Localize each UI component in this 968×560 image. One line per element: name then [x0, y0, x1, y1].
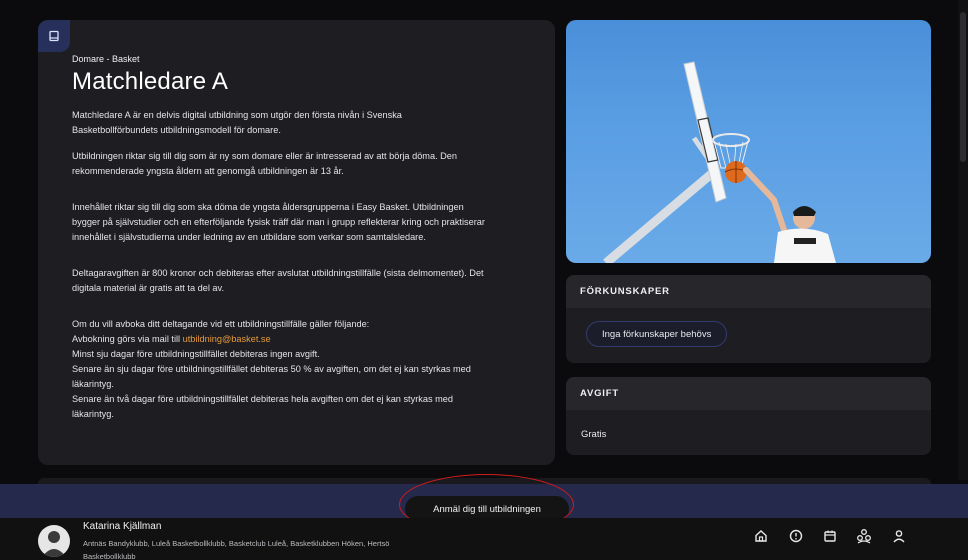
prerequisite-chip: Inga förkunskaper behövs: [586, 321, 728, 347]
text-line: Utbildningen riktar sig till dig som är …: [72, 151, 458, 161]
text-line: Om du vill avboka ditt deltagande vid et…: [72, 319, 370, 329]
home-icon[interactable]: [753, 528, 769, 544]
prerequisites-card: FÖRKUNSKAPER Inga förkunskaper behövs: [566, 275, 931, 363]
group-icon[interactable]: [856, 528, 872, 544]
course-category: Domare - Basket: [72, 54, 140, 64]
text-line: Senare än sju dagar före utbildningstill…: [72, 364, 471, 374]
course-description-card: Domare - Basket Matchledare A Matchledar…: [38, 20, 555, 465]
text-line: Senare än två dagar före utbildningstill…: [72, 394, 453, 404]
email-link[interactable]: utbildning@basket.se: [183, 334, 271, 344]
book-icon: [38, 20, 70, 52]
course-title: Matchledare A: [72, 68, 229, 95]
text-line: bygger på självstudier och en efterfölja…: [72, 217, 485, 227]
text-line: Matchledare A är en delvis digital utbil…: [72, 110, 402, 120]
text-line: Avbokning görs via mail till utbildning@…: [72, 332, 529, 347]
alert-icon[interactable]: [788, 528, 804, 544]
user-clubs: Antnäs Bandyklubb, Luleå Basketbollklubb…: [83, 539, 390, 560]
text-line: digitala material är gratis att ta del a…: [72, 283, 225, 293]
text-line: Deltagaravgiften är 800 kronor och debit…: [72, 268, 484, 278]
course-description: Matchledare A är en delvis digital utbil…: [72, 108, 529, 422]
text-line: Innehållet riktar sig till dig som ska d…: [72, 202, 464, 212]
description-paragraph: Utbildningen riktar sig till dig som är …: [72, 149, 529, 179]
prerequisites-header: FÖRKUNSKAPER: [566, 275, 931, 308]
text-line: innehållet i självstudierna under lednin…: [72, 232, 426, 242]
text-line: läkarintyg.: [72, 409, 114, 419]
description-paragraph: Deltagaravgiften är 800 kronor och debit…: [72, 266, 529, 296]
text-line: Basketbollförbundets utbildningsmodell f…: [72, 125, 281, 135]
fee-card: AVGIFT Gratis: [566, 377, 931, 455]
user-name: Katarina Kjällman: [83, 521, 162, 532]
text-line: Minst sju dagar före utbildningstillfäll…: [72, 349, 320, 359]
course-hero-image: [566, 20, 931, 263]
fee-value: Gratis: [581, 429, 607, 440]
text-line: rekommenderade yngsta åldern att genomgå…: [72, 166, 344, 176]
calendar-icon[interactable]: [822, 528, 838, 544]
scrollbar-thumb[interactable]: [960, 12, 966, 162]
mail-prefix: Avbokning görs via mail till: [72, 334, 183, 344]
description-paragraph: Innehållet riktar sig till dig som ska d…: [72, 200, 529, 245]
cancellation-paragraph: Om du vill avboka ditt deltagande vid et…: [72, 317, 529, 422]
avatar[interactable]: [38, 525, 70, 557]
description-paragraph: Matchledare A är en delvis digital utbil…: [72, 108, 529, 138]
text-line: läkarintyg.: [72, 379, 114, 389]
scrollbar[interactable]: [958, 0, 968, 480]
user-icon[interactable]: [891, 528, 907, 544]
fee-header: AVGIFT: [566, 377, 931, 410]
